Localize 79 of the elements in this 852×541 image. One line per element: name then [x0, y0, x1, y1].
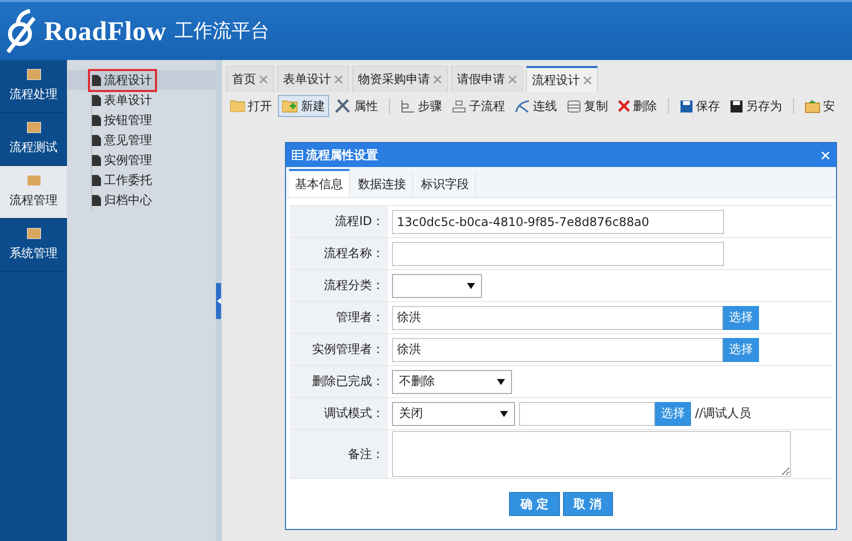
delete-icon	[618, 100, 630, 112]
copy-icon	[567, 100, 581, 112]
toolbar-button[interactable]: 保存	[676, 95, 724, 117]
document-icon	[92, 154, 101, 166]
folder-icon	[26, 175, 40, 186]
document-icon	[92, 114, 101, 126]
toolbar-button[interactable]: 连线	[511, 95, 561, 117]
dropdown-caret-icon	[467, 282, 475, 288]
folder-icon	[230, 100, 245, 112]
field-label: 管理者：	[336, 309, 384, 326]
page-tab[interactable]: 表单设计	[277, 66, 349, 92]
collapse-arrow-icon	[216, 298, 220, 304]
tree-item[interactable]: 表单设计	[90, 90, 155, 110]
logo-icon	[4, 8, 36, 54]
close-icon[interactable]	[583, 76, 592, 84]
dialog-title: 流程属性设置	[306, 146, 378, 164]
page-tab[interactable]: 请假申请	[451, 66, 523, 92]
toolbar-button[interactable]: 删除	[614, 95, 661, 117]
steps-icon	[401, 100, 415, 112]
document-icon	[92, 174, 101, 186]
collapse-handle[interactable]	[216, 282, 221, 318]
document-icon	[92, 94, 101, 106]
save-icon	[680, 100, 693, 112]
page-tab[interactable]: 首页	[226, 66, 274, 92]
save-as-icon	[730, 100, 743, 112]
text-field[interactable]	[519, 402, 655, 426]
toolbar-button[interactable]: 另存为	[726, 95, 786, 117]
toolbar-button[interactable]: 子流程	[448, 95, 509, 117]
subflow-icon	[452, 100, 466, 112]
note-text: //调试人员	[695, 405, 752, 422]
connector-icon	[515, 100, 530, 112]
field-label: 流程ID：	[335, 213, 384, 230]
dropdown-field[interactable]: 关闭	[392, 402, 515, 426]
close-icon[interactable]	[259, 75, 268, 84]
field-label: 流程分类：	[324, 277, 384, 294]
dropdown-field[interactable]	[392, 274, 482, 298]
folder-icon	[26, 69, 40, 80]
dialog-tab[interactable]: 基本信息	[289, 169, 350, 197]
toolbar-button[interactable]: 属性	[331, 95, 382, 117]
tree-item[interactable]: 实例管理	[90, 150, 155, 170]
field-label: 实例管理者：	[312, 341, 384, 358]
grid-icon	[292, 150, 303, 160]
close-icon[interactable]	[508, 75, 517, 84]
toolbar-button[interactable]: 打开	[226, 95, 276, 117]
text-field[interactable]: 徐洪	[392, 338, 723, 362]
package-icon	[805, 100, 820, 112]
tree-item[interactable]: 归档中心	[90, 190, 155, 210]
toolbar-button[interactable]: 步骤	[397, 95, 446, 117]
page-tab[interactable]: 物资采购申请	[352, 66, 448, 92]
textarea-field[interactable]	[392, 431, 791, 477]
field-label: 备注：	[348, 446, 384, 462]
app-logo-text: RoadFlow	[44, 16, 167, 46]
app-subtitle: 工作流平台	[174, 19, 270, 44]
tree-item[interactable]: 意见管理	[90, 130, 155, 150]
document-icon	[92, 134, 101, 146]
dropdown-caret-icon	[500, 410, 508, 416]
folder-icon	[26, 122, 40, 133]
toolbar-button[interactable]: 复制	[563, 95, 612, 117]
field-label: 流程名称：	[324, 245, 384, 262]
field-label: 删除已完成：	[312, 373, 384, 390]
add-folder-icon	[282, 100, 298, 112]
tools-icon	[335, 99, 351, 113]
toolbar-button[interactable]: 新建	[278, 95, 329, 117]
folder-icon	[26, 228, 40, 239]
text-field[interactable]: 13c0dc5c-b0ca-4810-9f85-7e8d876c88a0	[392, 210, 724, 234]
close-icon[interactable]	[433, 75, 442, 84]
text-field[interactable]: 徐洪	[392, 306, 723, 330]
field-label: 调试模式：	[324, 405, 384, 422]
page-tab[interactable]: 流程设计	[526, 66, 598, 92]
toolbar-button[interactable]: 安	[801, 95, 839, 117]
document-icon	[92, 74, 101, 86]
document-icon	[92, 194, 101, 206]
nav-item[interactable]: 流程管理	[0, 166, 67, 219]
dropdown-field[interactable]: 不删除	[392, 370, 512, 394]
close-icon[interactable]	[334, 75, 343, 84]
dropdown-caret-icon	[497, 378, 505, 384]
tree-item[interactable]: 工作委托	[90, 170, 155, 190]
tree-item[interactable]: 按钮管理	[90, 110, 155, 130]
text-field[interactable]	[392, 242, 724, 266]
